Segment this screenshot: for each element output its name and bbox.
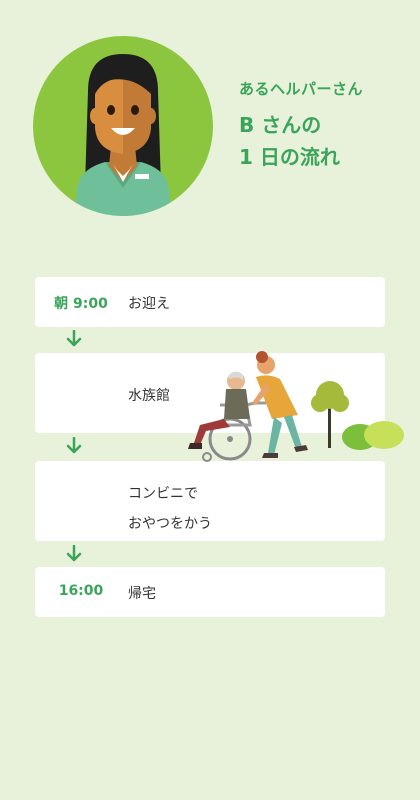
schedule-card: コンビニで おやつをかう bbox=[35, 461, 385, 541]
down-arrow-icon bbox=[66, 330, 82, 347]
schedule-card: 16:00 帰宅 bbox=[35, 567, 385, 617]
header-title-line1: B さんの bbox=[239, 113, 322, 137]
down-arrow-icon bbox=[66, 437, 82, 454]
schedule-task: コンビニで おやつをかう bbox=[128, 479, 212, 539]
schedule-task: 水族館 bbox=[128, 388, 170, 404]
header: あるヘルパーさん B さんの 1 日の流れ bbox=[239, 78, 363, 173]
wheelchair-helper-illustration bbox=[180, 345, 410, 465]
header-subtitle: あるヘルパーさん bbox=[239, 80, 364, 98]
schedule-task: お迎え bbox=[128, 296, 170, 312]
header-title-line2: 1 日の流れ bbox=[239, 145, 340, 169]
schedule-time: 16:00 bbox=[58, 583, 104, 599]
schedule-task-line2: おやつをかう bbox=[128, 516, 212, 532]
helper-avatar-illustration bbox=[33, 36, 213, 216]
schedule-card: 朝 9:00 お迎え bbox=[35, 277, 385, 327]
down-arrow-icon bbox=[66, 545, 82, 562]
schedule-time: 朝 9:00 bbox=[54, 296, 108, 312]
bush-icon bbox=[342, 421, 404, 450]
schedule-task: 帰宅 bbox=[128, 586, 156, 602]
schedule-task-line1: コンビニで bbox=[128, 486, 198, 502]
header-title: B さんの 1 日の流れ bbox=[239, 109, 363, 173]
